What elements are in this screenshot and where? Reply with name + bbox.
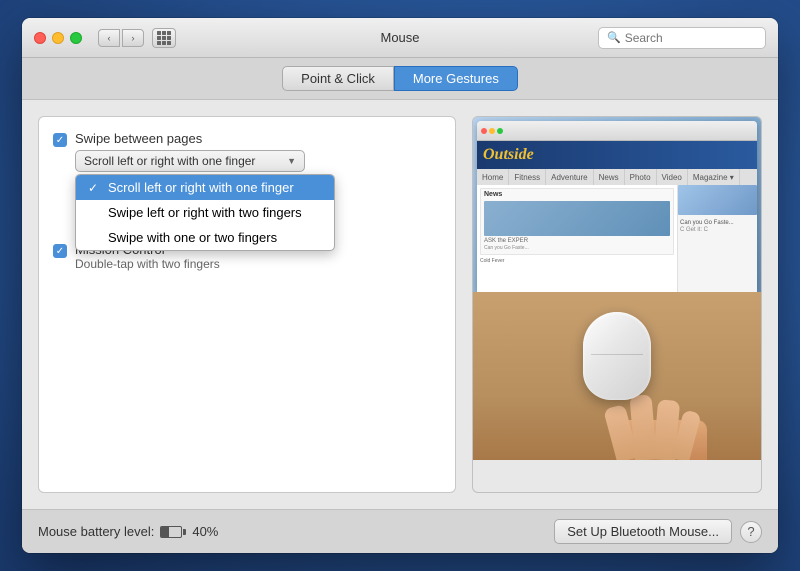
dropdown-item-two-fingers[interactable]: Swipe left or right with two fingers xyxy=(76,200,334,225)
browser-nav-fitness: Fitness xyxy=(509,169,546,185)
browser-content: Outside Home Fitness Adventure News Phot… xyxy=(477,141,757,292)
browser-nav-video: Video xyxy=(657,169,688,185)
tab-more-gestures[interactable]: More Gestures xyxy=(394,66,518,91)
chevron-down-icon: ▼ xyxy=(287,156,296,166)
tab-point-click[interactable]: Point & Click xyxy=(282,66,394,91)
mouse-body xyxy=(583,312,651,400)
checkmark-icon: ✓ xyxy=(88,181,102,195)
grid-icon xyxy=(157,31,171,45)
battery-icon xyxy=(160,526,186,538)
hand-mouse-illustration xyxy=(473,292,761,460)
traffic-lights xyxy=(34,32,82,44)
browser-close xyxy=(481,128,487,134)
search-bar[interactable]: 🔍 xyxy=(598,27,766,49)
browser-nav-photo: Photo xyxy=(625,169,657,185)
dropdown-item-one-or-two[interactable]: Swipe with one or two fingers xyxy=(76,225,334,250)
sidebar-text-1: Can you Go Faste...C Get it: C xyxy=(678,218,757,236)
back-button[interactable]: ‹ xyxy=(98,29,120,47)
battery-tip xyxy=(183,529,186,535)
search-icon: 🔍 xyxy=(607,31,621,44)
titlebar-nav: ‹ › xyxy=(98,29,144,47)
browser-main: News ASK the EXPER Can you Go Faste... C… xyxy=(477,185,757,292)
maximize-button[interactable] xyxy=(70,32,82,44)
battery-label: Mouse battery level: xyxy=(38,524,154,539)
browser-min xyxy=(489,128,495,134)
help-button[interactable]: ? xyxy=(740,521,762,543)
search-input[interactable] xyxy=(625,31,757,45)
swipe-pages-label: Swipe between pages xyxy=(75,131,305,146)
battery-fill xyxy=(161,527,169,537)
setup-bluetooth-button[interactable]: Set Up Bluetooth Mouse... xyxy=(554,519,732,544)
battery-info: Mouse battery level: 40% xyxy=(38,524,218,539)
outside-banner: Outside xyxy=(477,141,757,169)
news-block: News ASK the EXPER Can you Go Faste... xyxy=(480,188,674,255)
sidebar-image-1 xyxy=(678,185,757,215)
browser-right: Can you Go Faste...C Get it: C xyxy=(677,185,757,292)
swipe-pages-checkbox[interactable]: ✓ xyxy=(53,133,67,147)
cold-fever-label: Cold Fever xyxy=(480,258,674,264)
browser-nav-adventure: Adventure xyxy=(546,169,593,185)
dropdown-item-one-finger[interactable]: ✓ Scroll left or right with one finger xyxy=(76,175,334,200)
close-button[interactable] xyxy=(34,32,46,44)
window-title: Mouse xyxy=(380,30,419,45)
browser-nav: Home Fitness Adventure News Photo Video … xyxy=(477,169,757,185)
outside-logo: Outside xyxy=(483,146,534,164)
titlebar: ‹ › Mouse 🔍 xyxy=(22,18,778,58)
preview-mouse xyxy=(473,292,761,460)
browser-mockup: Outside Home Fitness Adventure News Phot… xyxy=(477,121,757,292)
dropdown-container: Scroll left or right with one finger ▼ ✓… xyxy=(75,150,305,172)
dropdown-button[interactable]: Scroll left or right with one finger ▼ xyxy=(75,150,305,172)
minimize-button[interactable] xyxy=(52,32,64,44)
tabbar: Point & Click More Gestures xyxy=(22,58,778,100)
swipe-pages-item: ✓ Swipe between pages Scroll left or rig… xyxy=(53,131,441,172)
browser-nav-home: Home xyxy=(477,169,509,185)
content-area: ✓ Swipe between pages Scroll left or rig… xyxy=(22,100,778,509)
preview-browser: Outside Home Fitness Adventure News Phot… xyxy=(473,117,761,292)
dropdown-current-value: Scroll left or right with one finger xyxy=(84,154,255,168)
footer-buttons: Set Up Bluetooth Mouse... ? xyxy=(554,519,762,544)
news-body: ASK the EXPER Can you Go Faste... xyxy=(484,238,670,251)
browser-max xyxy=(497,128,503,134)
grid-button[interactable] xyxy=(152,28,176,48)
mouse-divider xyxy=(591,354,643,355)
news-title: News xyxy=(484,191,670,199)
forward-button[interactable]: › xyxy=(122,29,144,47)
battery-body xyxy=(160,526,182,538)
preview-panel: Outside Home Fitness Adventure News Phot… xyxy=(472,116,762,493)
mission-control-desc: Double-tap with two fingers xyxy=(75,257,220,271)
dropdown-menu: ✓ Scroll left or right with one finger S… xyxy=(75,174,335,251)
footer: Mouse battery level: 40% Set Up Bluetoot… xyxy=(22,509,778,553)
browser-bar xyxy=(477,121,757,141)
magic-mouse xyxy=(583,312,651,400)
settings-panel: ✓ Swipe between pages Scroll left or rig… xyxy=(38,116,456,493)
browser-left: News ASK the EXPER Can you Go Faste... C… xyxy=(477,185,677,292)
window: ‹ › Mouse 🔍 Point & Click More Gestures … xyxy=(22,18,778,553)
browser-nav-magazine: Magazine ▾ xyxy=(688,169,740,185)
battery-percent: 40% xyxy=(192,524,218,539)
browser-nav-news: News xyxy=(594,169,625,185)
mission-control-checkbox[interactable]: ✓ xyxy=(53,244,67,258)
